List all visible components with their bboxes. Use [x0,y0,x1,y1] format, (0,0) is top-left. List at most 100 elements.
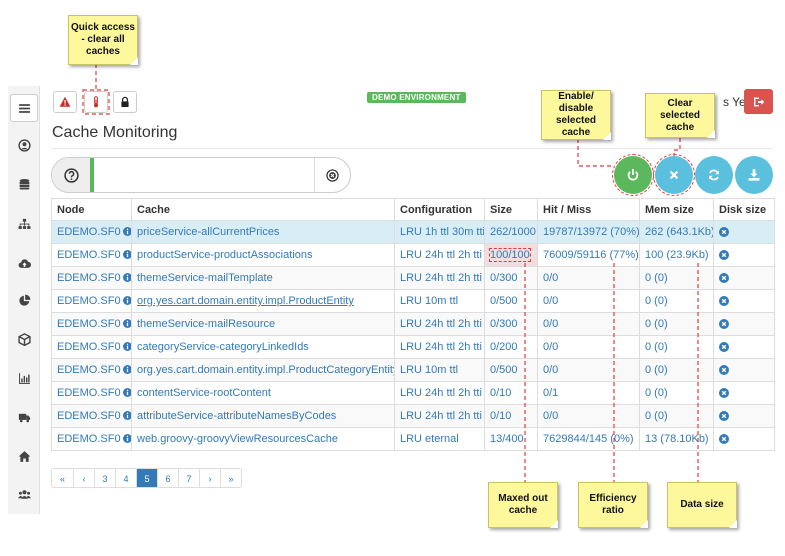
page-link[interactable]: 4 [115,469,136,487]
disk-size-cell[interactable] [713,381,775,405]
disk-size-cell[interactable] [713,289,775,313]
disk-size-cell[interactable] [713,312,775,336]
cache-name[interactable]: org.yes.cart.domain.entity.impl.ProductC… [137,364,394,376]
sidebar-item-profile[interactable] [8,131,40,159]
table-row[interactable]: EDEMO.SF0 org.yes.cart.domain.entity.impl… [51,358,775,382]
page-link[interactable]: ‹ [73,469,94,487]
info-icon[interactable] [122,365,132,374]
refresh-button[interactable] [695,156,733,194]
remove-circle-icon[interactable] [719,296,729,306]
cache-name-cell[interactable]: contentService-rootContent [131,381,395,405]
page-link[interactable]: « [52,469,73,487]
page-link[interactable]: 5 [136,469,157,487]
cache-name[interactable]: web.groovy-groovyViewResourcesCache [137,433,338,445]
disk-size-cell[interactable] [713,220,775,244]
sidebar-item-upload[interactable] [8,249,40,277]
cache-name[interactable]: productService-productAssociations [137,249,312,261]
page-link[interactable]: 3 [94,469,115,487]
info-icon[interactable] [122,296,132,305]
sidebar-item-statistics[interactable] [8,364,40,392]
info-icon[interactable] [122,388,132,397]
sidebar-item-data[interactable] [8,170,40,198]
logout-button[interactable] [744,89,773,114]
table-row[interactable]: EDEMO.SF0 attributeService-attributeNames… [51,404,775,428]
disk-size-cell[interactable] [713,243,775,267]
sidebar-item-reports[interactable] [8,286,40,314]
remove-circle-icon[interactable] [719,227,729,237]
cache-name-cell[interactable]: themeService-mailTemplate [131,266,395,290]
remove-circle-icon[interactable] [719,273,729,283]
cache-name[interactable]: categoryService-categoryLinkedIds [137,341,309,353]
sidebar-item-home[interactable] [8,442,40,470]
cache-name-cell[interactable]: priceService-allCurrentPrices [131,220,395,244]
info-icon[interactable] [122,319,132,328]
page-link[interactable]: › [199,469,220,487]
sidebar-item-catalog[interactable] [8,325,40,353]
info-icon[interactable] [122,250,132,259]
column-header[interactable]: Hit / Miss [537,198,640,221]
column-header[interactable]: Mem size [639,198,714,221]
download-button[interactable] [735,156,773,194]
table-row[interactable]: EDEMO.SF0 themeService-mailResource LRU 24… [51,312,775,336]
table-row[interactable]: EDEMO.SF0 productService-productAssociati… [51,243,775,267]
cache-name-cell[interactable]: productService-productAssociations [131,243,395,267]
cache-name-cell[interactable]: org.yes.cart.domain.entity.impl.ProductE… [131,289,395,313]
info-icon[interactable] [122,411,132,420]
cache-name[interactable]: themeService-mailTemplate [137,272,273,284]
cache-name-cell[interactable]: web.groovy-groovyViewResourcesCache [131,427,395,451]
sidebar-item-shipping[interactable] [8,403,40,431]
info-icon[interactable] [122,434,132,443]
remove-circle-icon[interactable] [719,342,729,352]
cache-name-cell[interactable]: attributeService-attributeNamesByCodes [131,404,395,428]
cache-name[interactable]: themeService-mailResource [137,318,275,330]
sidebar-item-users[interactable] [8,480,40,508]
info-icon[interactable] [122,342,132,351]
clear-selected-cache-button[interactable] [653,154,695,196]
table-row[interactable]: EDEMO.SF0 web.groovy-groovyViewResourcesC… [51,427,775,451]
table-row[interactable]: EDEMO.SF0 org.yes.cart.domain.entity.impl… [51,289,775,313]
cache-name[interactable]: priceService-allCurrentPrices [137,226,279,238]
page-link[interactable]: 7 [178,469,199,487]
table-row[interactable]: EDEMO.SF0 priceService-allCurrentPrices LR… [51,220,775,244]
warning-icon [59,96,71,107]
column-header[interactable]: Configuration [394,198,485,221]
filter-help-button[interactable] [52,158,90,192]
info-icon[interactable] [122,273,132,282]
clear-all-caches-button[interactable] [84,91,108,113]
remove-circle-icon[interactable] [719,411,729,421]
info-icon[interactable] [122,227,132,236]
disk-size-cell[interactable] [713,358,775,382]
remove-circle-icon[interactable] [719,365,729,375]
remove-circle-icon[interactable] [719,250,729,260]
disk-size-cell[interactable] [713,335,775,359]
page-link[interactable]: » [220,469,241,487]
table-row[interactable]: EDEMO.SF0 categoryService-categoryLinkedI… [51,335,775,359]
cache-name[interactable]: attributeService-attributeNamesByCodes [137,410,336,422]
cache-name-cell[interactable]: categoryService-categoryLinkedIds [131,335,395,359]
remove-circle-icon[interactable] [719,434,729,444]
configuration-cell: LRU 24h ttl 2h tti [394,243,485,267]
column-header[interactable]: Node [51,198,132,221]
cache-name-cell[interactable]: org.yes.cart.domain.entity.impl.ProductC… [131,358,395,382]
menu-toggle-button[interactable] [10,94,38,122]
table-row[interactable]: EDEMO.SF0 contentService-rootContent LRU 2… [51,381,775,405]
column-header[interactable]: Disk size [713,198,775,221]
table-row[interactable]: EDEMO.SF0 themeService-mailTemplate LRU 24… [51,266,775,290]
lock-button[interactable] [113,91,137,113]
disk-size-cell[interactable] [713,427,775,451]
disk-size-cell[interactable] [713,404,775,428]
sidebar-item-organization[interactable] [8,210,40,238]
disk-size-cell[interactable] [713,266,775,290]
alerts-button[interactable] [53,91,77,113]
cache-name-cell[interactable]: themeService-mailResource [131,312,395,336]
filter-input[interactable] [96,160,314,190]
column-header[interactable]: Cache [131,198,395,221]
remove-circle-icon[interactable] [719,388,729,398]
cache-name[interactable]: contentService-rootContent [137,387,271,399]
column-header[interactable]: Size [484,198,538,221]
cache-name[interactable]: org.yes.cart.domain.entity.impl.ProductE… [137,295,354,307]
remove-circle-icon[interactable] [719,319,729,329]
enable-disable-cache-button[interactable] [612,154,654,196]
filter-clear-button[interactable] [314,158,350,192]
page-link[interactable]: 6 [157,469,178,487]
